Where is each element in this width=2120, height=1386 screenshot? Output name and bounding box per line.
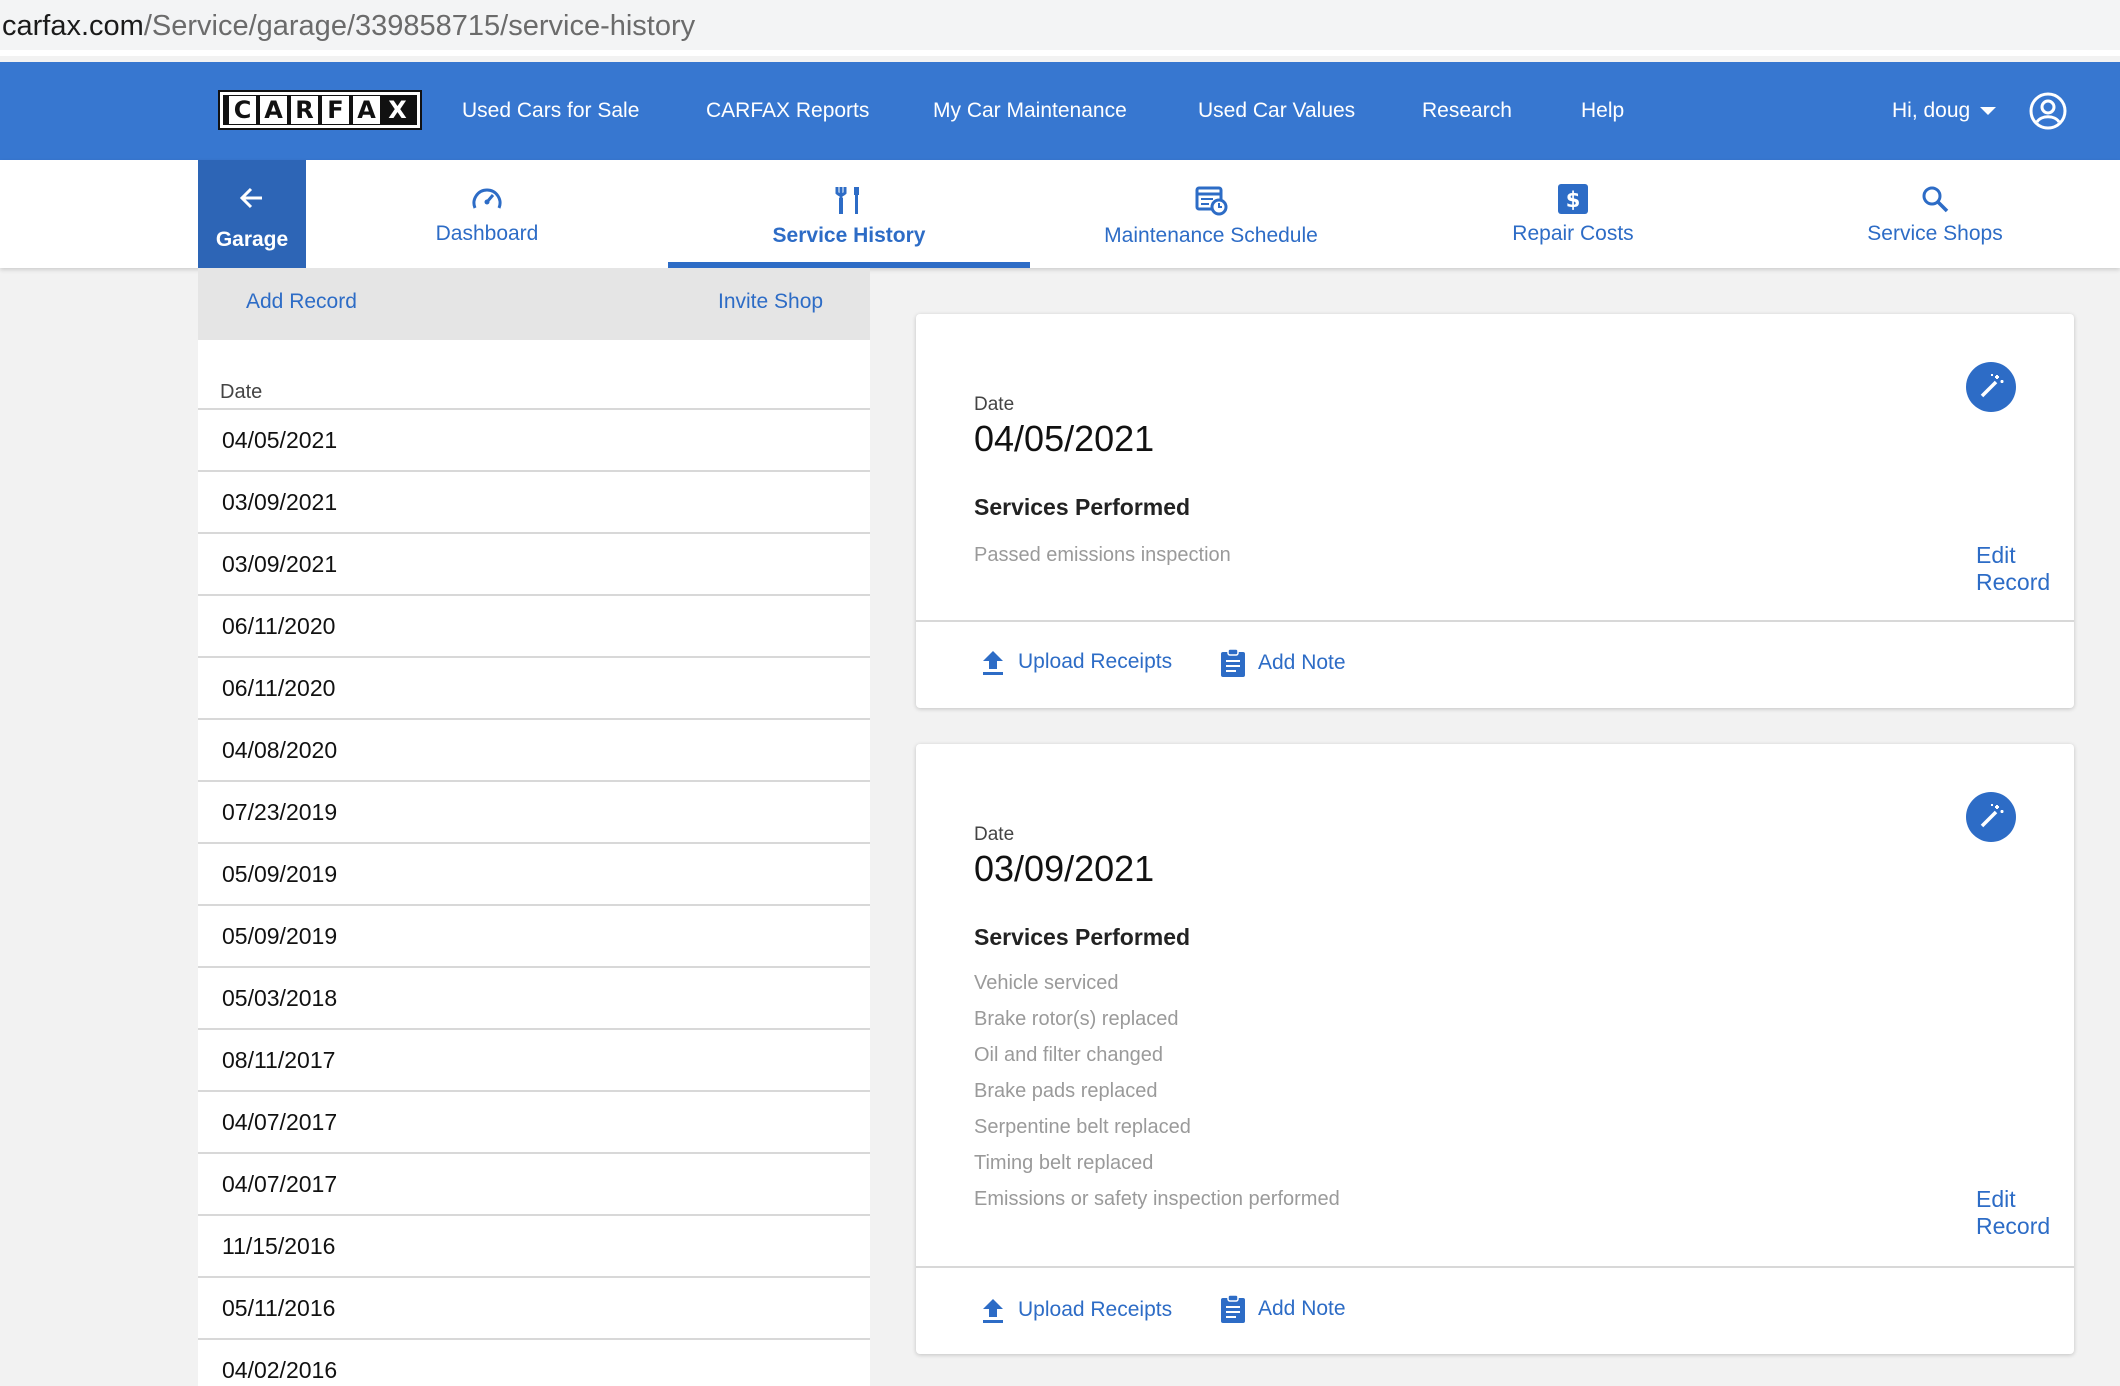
nav-my-car-maintenance[interactable]: My Car Maintenance bbox=[933, 62, 1127, 160]
tab-maintenance-schedule[interactable]: Maintenance Schedule bbox=[1030, 160, 1392, 268]
speedometer-icon bbox=[472, 188, 502, 209]
tab-label: Dashboard bbox=[435, 222, 539, 245]
clipboard-icon bbox=[1221, 1294, 1245, 1323]
list-item[interactable]: 05/09/2019 bbox=[198, 906, 870, 968]
nav-used-cars[interactable]: Used Cars for Sale bbox=[462, 62, 639, 160]
url-host: carfax.com bbox=[2, 10, 144, 42]
list-item[interactable]: 04/07/2017 bbox=[198, 1154, 870, 1216]
add-note-label: Add Note bbox=[1258, 651, 1346, 674]
search-icon bbox=[1922, 186, 1949, 213]
dollar-icon: $ bbox=[1558, 184, 1588, 214]
service-item: Serpentine belt replaced bbox=[974, 1116, 1191, 1138]
tab-label: Service Shops bbox=[1867, 222, 2003, 245]
logo-letter: X bbox=[384, 96, 411, 124]
list-item[interactable]: 05/09/2019 bbox=[198, 844, 870, 906]
upload-icon bbox=[983, 1299, 1003, 1323]
list-item[interactable]: 03/09/2021 bbox=[198, 534, 870, 596]
card-divider bbox=[916, 620, 2074, 622]
list-item[interactable]: 04/07/2017 bbox=[198, 1092, 870, 1154]
arrow-left-icon bbox=[198, 184, 306, 218]
url-path: /Service/garage/339858715/service-histor… bbox=[143, 10, 696, 42]
user-greeting: Hi, doug bbox=[1892, 99, 1971, 122]
list-item[interactable]: 05/11/2016 bbox=[198, 1278, 870, 1340]
nav-carfax-reports[interactable]: CARFAX Reports bbox=[706, 62, 869, 160]
tab-dashboard[interactable]: Dashboard bbox=[306, 160, 668, 268]
logo-letter: A bbox=[353, 96, 380, 124]
upload-receipts-label: Upload Receipts bbox=[1018, 1298, 1173, 1321]
list-item[interactable]: 06/11/2020 bbox=[198, 596, 870, 658]
upload-receipts-label: Upload Receipts bbox=[1018, 650, 1173, 673]
nav-help[interactable]: Help bbox=[1581, 62, 1624, 160]
edit-record-link[interactable]: Edit Record bbox=[1976, 542, 2074, 596]
add-note-label: Add Note bbox=[1258, 1297, 1346, 1320]
add-record-link[interactable]: Add Record bbox=[246, 268, 357, 336]
record-date: 04/05/2021 bbox=[974, 418, 1155, 459]
clipboard-icon bbox=[1221, 648, 1245, 677]
add-note-button[interactable]: Add Note bbox=[1220, 648, 1346, 678]
service-item: Brake rotor(s) replaced bbox=[974, 1008, 1179, 1030]
list-item[interactable]: 04/08/2020 bbox=[198, 720, 870, 782]
tab-label: Service History bbox=[772, 224, 926, 247]
chevron-down-icon bbox=[1980, 107, 1997, 116]
garage-back-button[interactable]: Garage bbox=[198, 160, 306, 268]
list-item[interactable]: 04/02/2016 bbox=[198, 1340, 870, 1386]
list-item[interactable]: 08/11/2017 bbox=[198, 1030, 870, 1092]
records-actions-bar: Add Record Invite Shop bbox=[198, 268, 870, 340]
list-item[interactable]: 07/23/2019 bbox=[198, 782, 870, 844]
service-item: Oil and filter changed bbox=[974, 1044, 1164, 1066]
garage-label: Garage bbox=[215, 228, 289, 251]
list-item[interactable]: 06/11/2020 bbox=[198, 658, 870, 720]
garage-subnav: Garage Dashboard Service History Mainten… bbox=[0, 160, 2120, 268]
logo-letter: C bbox=[229, 96, 256, 124]
service-item: Emissions or safety inspection performed bbox=[974, 1188, 1340, 1210]
logo-letter: R bbox=[291, 96, 318, 124]
list-item[interactable]: 05/03/2018 bbox=[198, 968, 870, 1030]
list-item[interactable]: 04/05/2021 bbox=[198, 410, 870, 472]
service-item: Passed emissions inspection bbox=[974, 544, 1231, 566]
list-item[interactable]: 03/09/2021 bbox=[198, 472, 870, 534]
date-list: 04/05/2021 03/09/2021 03/09/2021 06/11/2020… bbox=[198, 410, 870, 1386]
tab-label: Maintenance Schedule bbox=[1104, 224, 1318, 247]
tab-service-history[interactable]: Service History bbox=[668, 160, 1030, 268]
record-date-label: Date bbox=[974, 824, 1015, 845]
account-circle-icon[interactable] bbox=[2028, 91, 2068, 131]
service-item: Vehicle serviced bbox=[974, 972, 1119, 994]
services-performed-title: Services Performed bbox=[974, 924, 1191, 950]
service-record-card: Date 03/09/2021 Services Performed Vehic… bbox=[916, 744, 2074, 1354]
svg-text:$: $ bbox=[1566, 188, 1581, 212]
user-menu[interactable]: Hi, doug bbox=[1892, 62, 1997, 160]
logo-letter: F bbox=[322, 96, 349, 124]
nav-used-car-values[interactable]: Used Car Values bbox=[1198, 62, 1355, 160]
date-column-header: Date bbox=[198, 340, 870, 410]
magic-wand-icon[interactable] bbox=[1966, 362, 2016, 412]
tab-label: Repair Costs bbox=[1512, 222, 1634, 245]
service-item: Brake pads replaced bbox=[974, 1080, 1158, 1102]
edit-record-link[interactable]: Edit Record bbox=[1976, 1186, 2074, 1240]
services-performed-title: Services Performed bbox=[974, 494, 1191, 520]
record-date: 03/09/2021 bbox=[974, 848, 1155, 889]
nav-research[interactable]: Research bbox=[1422, 62, 1512, 160]
logo-letter: A bbox=[260, 96, 287, 124]
service-item: Timing belt replaced bbox=[974, 1152, 1154, 1174]
top-navigation: CARFAX Used Cars for Sale CARFAX Reports M… bbox=[0, 62, 2120, 160]
record-date-label: Date bbox=[974, 394, 1015, 415]
tools-icon bbox=[835, 187, 859, 214]
card-divider bbox=[916, 1266, 2074, 1268]
service-record-card: Date 04/05/2021 Services Performed Passe… bbox=[916, 314, 2074, 708]
upload-receipts-button[interactable]: Upload Receipts bbox=[980, 648, 1172, 676]
invite-shop-link[interactable]: Invite Shop bbox=[718, 268, 823, 336]
list-item[interactable]: 11/15/2016 bbox=[198, 1216, 870, 1278]
records-list-panel: Add Record Invite Shop Date 04/05/2021 03… bbox=[198, 268, 870, 1386]
address-bar[interactable]: carfax.com/Service/garage/339858715/serv… bbox=[0, 0, 2120, 56]
upload-receipts-button[interactable]: Upload Receipts bbox=[980, 1296, 1172, 1324]
tab-repair-costs[interactable]: $ Repair Costs bbox=[1392, 160, 1754, 268]
magic-wand-icon[interactable] bbox=[1966, 792, 2016, 842]
add-note-button[interactable]: Add Note bbox=[1220, 1294, 1346, 1324]
calendar-clock-icon bbox=[1195, 186, 1228, 216]
upload-icon bbox=[983, 651, 1003, 675]
carfax-logo[interactable]: CARFAX bbox=[218, 90, 422, 130]
tab-service-shops[interactable]: Service Shops bbox=[1754, 160, 2116, 268]
